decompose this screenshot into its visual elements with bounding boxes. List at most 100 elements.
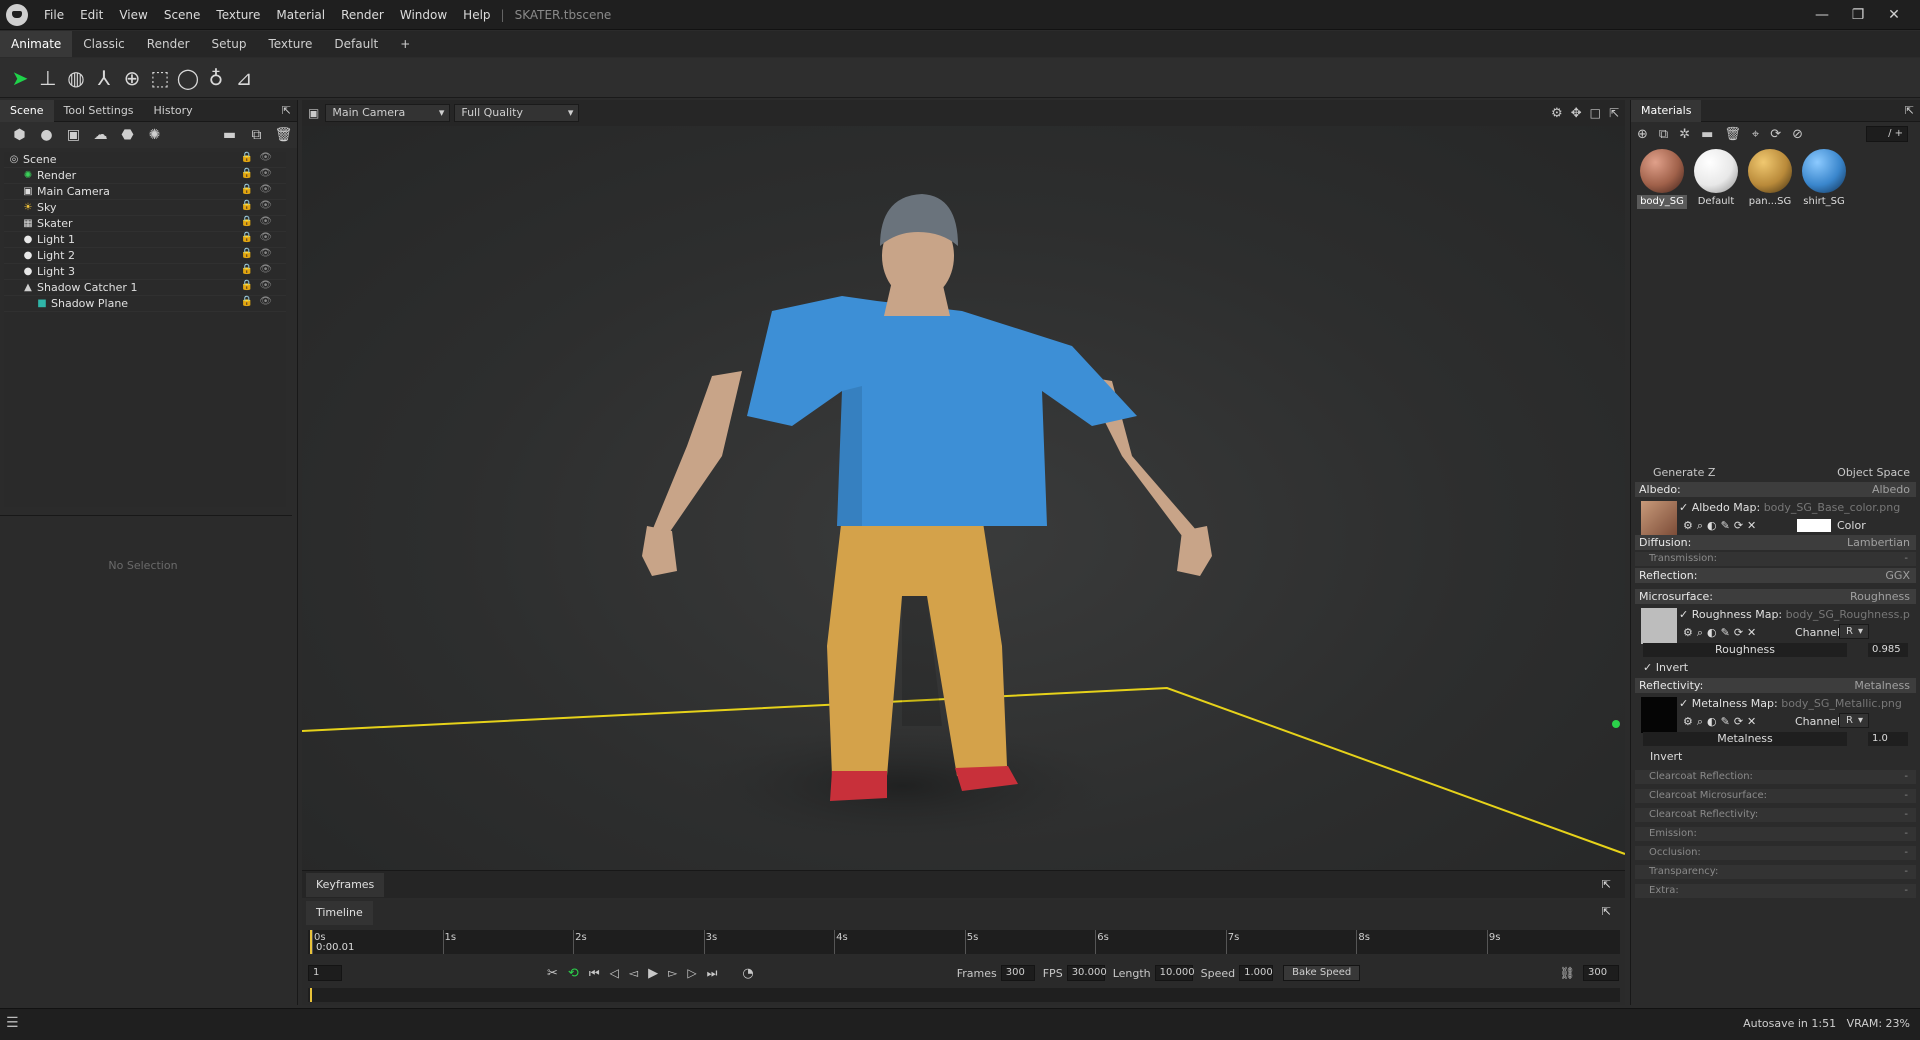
scale-icon[interactable]: ⅄ bbox=[90, 64, 118, 92]
menu-help[interactable]: Help bbox=[455, 0, 498, 30]
material-pants-sg[interactable]: pan...SG bbox=[1745, 146, 1795, 209]
albedo-thumbnail[interactable] bbox=[1641, 501, 1677, 537]
menu-render[interactable]: Render bbox=[333, 0, 392, 30]
albedo-map-tools[interactable]: ⚙⌕◐✎⟳✕ bbox=[1683, 519, 1760, 533]
metalness-invert-checkbox[interactable]: Invert bbox=[1635, 749, 1916, 765]
tab-keyframes[interactable]: Keyframes bbox=[306, 872, 385, 897]
extra-section[interactable]: Clearcoat Reflection: - bbox=[1635, 770, 1916, 784]
menu-file[interactable]: File bbox=[36, 0, 72, 30]
viewport-move-icon[interactable]: ✥ bbox=[1571, 106, 1582, 121]
visibility-lock-icons[interactable]: 🔒👁 bbox=[241, 264, 278, 275]
tab-materials[interactable]: Materials bbox=[1631, 99, 1702, 122]
tree-item[interactable]: ☀ Sky 🔒👁 bbox=[4, 200, 286, 216]
tree-item[interactable]: ■ Shadow Plane 🔒👁 bbox=[4, 296, 286, 312]
albedo-section[interactable]: Albedo: Albedo bbox=[1635, 482, 1916, 497]
duplicate-icon[interactable]: ⧉ bbox=[243, 127, 270, 143]
go-start-icon[interactable]: ⏮ bbox=[589, 966, 600, 981]
transform-icon[interactable]: ⊕ bbox=[118, 64, 146, 92]
rotate-icon[interactable]: ◍ bbox=[62, 64, 90, 92]
go-end-icon[interactable]: ⏭ bbox=[707, 966, 718, 981]
length-field[interactable]: 10.000 bbox=[1154, 965, 1195, 981]
end-frame-field[interactable]: 300 bbox=[1583, 965, 1619, 981]
popout-icon[interactable]: ⇱ bbox=[278, 100, 295, 122]
roughness-map-tools[interactable]: ⚙⌕◐✎⟳✕ bbox=[1683, 626, 1760, 640]
camera-dropdown[interactable]: Main Camera bbox=[325, 104, 451, 122]
close-icon[interactable]: ✕ bbox=[1876, 0, 1912, 30]
metalness-value[interactable]: 1.0 bbox=[1868, 732, 1908, 746]
add-sky-icon[interactable]: ☁ bbox=[87, 127, 114, 143]
albedo-color-swatch[interactable] bbox=[1797, 519, 1831, 532]
add-camera-icon[interactable]: ▣ bbox=[60, 127, 87, 143]
extra-section[interactable]: Clearcoat Microsurface: - bbox=[1635, 789, 1916, 803]
roughness-channel-dropdown[interactable]: R bbox=[1839, 624, 1869, 639]
material-pick-icon[interactable]: ⌖ bbox=[1752, 127, 1759, 142]
timeline-popout-icon[interactable]: ⇱ bbox=[1592, 900, 1621, 924]
menu-edit[interactable]: Edit bbox=[72, 0, 111, 30]
playhead[interactable] bbox=[310, 930, 312, 954]
folder-icon[interactable]: ▬ bbox=[216, 127, 243, 143]
select-arrow-icon[interactable]: ➤ bbox=[6, 64, 34, 92]
metalness-thumbnail[interactable] bbox=[1641, 697, 1677, 733]
tab-add[interactable]: + bbox=[389, 31, 421, 57]
current-frame-field[interactable]: 1 bbox=[308, 965, 342, 981]
tree-item[interactable]: ▣ Main Camera 🔒👁 bbox=[4, 184, 286, 200]
visibility-lock-icons[interactable]: 🔒👁 bbox=[241, 184, 278, 195]
material-folder-icon[interactable]: ▬ bbox=[1701, 127, 1713, 142]
roughness-thumbnail[interactable] bbox=[1641, 608, 1677, 644]
prev-key-icon[interactable]: ◁ bbox=[610, 966, 619, 980]
extra-section[interactable]: Clearcoat Reflectivity: - bbox=[1635, 808, 1916, 822]
maximize-icon[interactable]: ❐ bbox=[1840, 0, 1876, 30]
microsurface-section[interactable]: Microsurface: Roughness bbox=[1635, 589, 1916, 604]
add-shape-icon[interactable]: ⬣ bbox=[114, 127, 141, 143]
step-back-icon[interactable]: ◅ bbox=[629, 966, 638, 980]
frames-field[interactable]: 300 bbox=[1000, 965, 1035, 981]
tree-item[interactable]: ▲ Shadow Catcher 1 🔒👁 bbox=[4, 280, 286, 296]
delete-icon[interactable]: 🗑 bbox=[270, 127, 297, 143]
tab-default[interactable]: Default bbox=[323, 31, 389, 57]
tab-render[interactable]: Render bbox=[136, 31, 201, 57]
circle-select-icon[interactable]: ◯ bbox=[174, 64, 202, 92]
visibility-lock-icons[interactable]: 🔒👁 bbox=[241, 232, 278, 243]
duplicate-material-icon[interactable]: ⧉ bbox=[1659, 127, 1668, 142]
console-icon[interactable]: ☰ bbox=[6, 1015, 19, 1031]
roughness-value[interactable]: 0.985 bbox=[1868, 643, 1908, 657]
visibility-lock-icons[interactable]: 🔒👁 bbox=[241, 280, 278, 291]
metalness-channel-dropdown[interactable]: R bbox=[1839, 713, 1869, 728]
extra-section[interactable]: Emission: - bbox=[1635, 827, 1916, 841]
tree-item[interactable]: ● Light 2 🔒👁 bbox=[4, 248, 286, 264]
visibility-lock-icons[interactable]: 🔒👁 bbox=[241, 248, 278, 259]
material-shirt-sg[interactable]: shirt_SG bbox=[1799, 146, 1849, 209]
play-icon[interactable]: ▶ bbox=[648, 966, 658, 981]
material-body-sg[interactable]: body_SG bbox=[1637, 146, 1687, 209]
tab-animate[interactable]: Animate bbox=[0, 31, 73, 57]
extra-section[interactable]: Occlusion: - bbox=[1635, 846, 1916, 860]
material-refresh-icon[interactable]: ⟳ bbox=[1770, 127, 1781, 142]
rect-select-icon[interactable]: ⬚ bbox=[146, 64, 174, 92]
viewport-settings-icon[interactable]: ⚙ bbox=[1551, 106, 1563, 121]
material-default[interactable]: Default bbox=[1691, 146, 1741, 209]
translate-icon[interactable]: ⊥ bbox=[34, 64, 62, 92]
add-light-icon[interactable]: ● bbox=[33, 127, 60, 143]
tab-texture[interactable]: Texture bbox=[257, 31, 323, 57]
speed-field[interactable]: 1.000 bbox=[1239, 965, 1274, 981]
loop-icon[interactable]: ⟲ bbox=[568, 966, 579, 981]
timeline-ruler[interactable]: 0s 1s 2s 3s 4s 5s 6s 7s 8s 9s 0:00.01 bbox=[308, 930, 1620, 954]
tab-history[interactable]: History bbox=[144, 100, 203, 122]
transmission-section[interactable]: Transmission: - bbox=[1635, 552, 1916, 566]
tree-item[interactable]: ● Light 3 🔒👁 bbox=[4, 264, 286, 280]
quality-dropdown[interactable]: Full Quality bbox=[454, 104, 580, 122]
next-key-icon[interactable]: ▷ bbox=[687, 966, 696, 980]
add-mesh-icon[interactable]: ⬢ bbox=[6, 127, 33, 143]
object-space-checkbox[interactable]: Object Space bbox=[1837, 466, 1910, 479]
add-material-icon[interactable]: ✺ bbox=[141, 127, 168, 143]
menu-scene[interactable]: Scene bbox=[156, 0, 209, 30]
poly-select-icon[interactable]: ⊿ bbox=[230, 64, 258, 92]
bake-icon[interactable]: ◔ bbox=[742, 966, 753, 981]
material-settings-icon[interactable]: ✲ bbox=[1679, 127, 1690, 142]
tab-tool-settings[interactable]: Tool Settings bbox=[54, 100, 144, 122]
material-search[interactable]: / + bbox=[1866, 126, 1908, 142]
tree-item[interactable]: ◎ Scene 🔒👁 bbox=[4, 152, 286, 168]
visibility-lock-icons[interactable]: 🔒👁 bbox=[241, 168, 278, 179]
tree-item[interactable]: ● Light 1 🔒👁 bbox=[4, 232, 286, 248]
fps-field[interactable]: 30.000 bbox=[1066, 965, 1107, 981]
